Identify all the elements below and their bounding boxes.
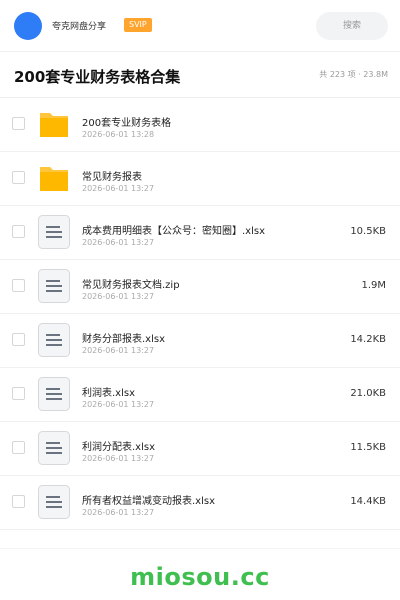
file-size: 14.4KB — [350, 496, 386, 507]
file-date: 2026-06-01 13:28 — [82, 130, 155, 139]
select-checkbox[interactable] — [12, 441, 25, 454]
file-date: 2026-06-01 13:27 — [82, 400, 155, 409]
file-row[interactable]: 所有者权益增减变动报表.xlsx 2026-06-01 13:27 14.4KB — [0, 476, 400, 530]
file-size: 11.5KB — [350, 442, 386, 453]
share-summary: 共 223 项 · 23.8M — [319, 70, 388, 79]
sharer-name: 夸克网盘分享 — [52, 22, 107, 32]
file-date: 2026-06-01 13:27 — [82, 346, 155, 355]
file-name[interactable]: 利润表.xlsx — [82, 384, 135, 399]
file-name[interactable]: 常见财务报表 — [82, 168, 142, 183]
file-name[interactable]: 常见财务报表文档.zip — [82, 276, 180, 291]
file-size: 14.2KB — [350, 334, 386, 345]
file-row[interactable]: 利润表.xlsx 2026-06-01 13:27 21.0KB — [0, 368, 400, 422]
select-checkbox[interactable] — [12, 279, 25, 292]
file-list: 200套专业财务表格 2026-06-01 13:28 常见财务报表 2026-… — [0, 98, 400, 530]
file-row[interactable]: 财务分部报表.xlsx 2026-06-01 13:27 14.2KB — [0, 314, 400, 368]
file-date: 2026-06-01 13:27 — [82, 238, 155, 247]
folder-icon — [38, 161, 70, 195]
document-icon — [38, 215, 70, 249]
file-row[interactable]: 常见财务报表 2026-06-01 13:27 — [0, 152, 400, 206]
select-checkbox[interactable] — [12, 225, 25, 238]
search-input[interactable]: 搜索 — [316, 12, 388, 40]
file-name[interactable]: 200套专业财务表格 — [82, 114, 171, 129]
document-icon — [38, 323, 70, 357]
footer-divider — [0, 548, 400, 549]
file-name[interactable]: 所有者权益增减变动报表.xlsx — [82, 492, 215, 507]
folder-icon — [38, 107, 70, 141]
file-row[interactable]: 常见财务报表文档.zip 2026-06-01 13:27 1.9M — [0, 260, 400, 314]
avatar[interactable] — [14, 12, 42, 40]
file-date: 2026-06-01 13:27 — [82, 454, 155, 463]
file-row[interactable]: 200套专业财务表格 2026-06-01 13:28 — [0, 98, 400, 152]
select-checkbox[interactable] — [12, 117, 25, 130]
file-row[interactable]: 利润分配表.xlsx 2026-06-01 13:27 11.5KB — [0, 422, 400, 476]
file-date: 2026-06-01 13:27 — [82, 508, 155, 517]
select-checkbox[interactable] — [12, 387, 25, 400]
file-name[interactable]: 成本费用明细表【公众号：密知圈】.xlsx — [82, 222, 265, 237]
select-checkbox[interactable] — [12, 333, 25, 346]
document-icon — [38, 377, 70, 411]
select-checkbox[interactable] — [12, 171, 25, 184]
file-date: 2026-06-01 13:27 — [82, 292, 155, 301]
app-header: 夸克网盘分享 SVIP 搜索 — [0, 0, 400, 52]
svip-badge: SVIP — [124, 18, 152, 32]
file-size: 21.0KB — [350, 388, 386, 399]
document-icon — [38, 269, 70, 303]
file-size: 1.9M — [361, 280, 386, 291]
file-date: 2026-06-01 13:27 — [82, 184, 155, 193]
select-checkbox[interactable] — [12, 495, 25, 508]
document-icon — [38, 485, 70, 519]
file-name[interactable]: 利润分配表.xlsx — [82, 438, 155, 453]
share-title-row: 200套专业财务表格合集 共 223 项 · 23.8M — [0, 52, 400, 98]
file-row[interactable]: 成本费用明细表【公众号：密知圈】.xlsx 2026-06-01 13:27 1… — [0, 206, 400, 260]
site-watermark: miosou.cc — [130, 563, 270, 591]
document-icon — [38, 431, 70, 465]
page-title: 200套专业财务表格合集 — [14, 68, 181, 86]
file-name[interactable]: 财务分部报表.xlsx — [82, 330, 165, 345]
file-size: 10.5KB — [350, 226, 386, 237]
